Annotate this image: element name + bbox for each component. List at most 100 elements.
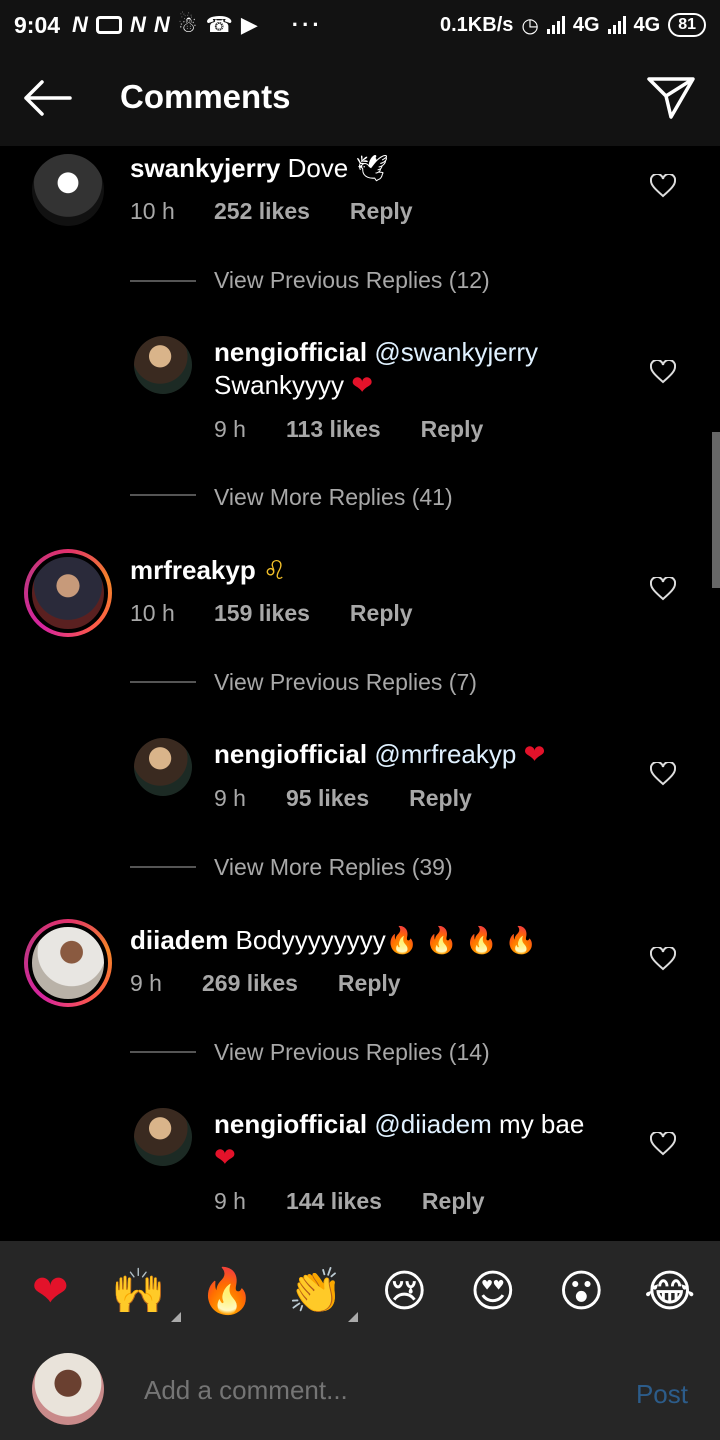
signal-icon bbox=[546, 16, 565, 34]
reply-meta: 9 h 144 likes Reply bbox=[214, 1188, 485, 1215]
page-title: Comments bbox=[120, 78, 291, 115]
comment-time: 10 h bbox=[130, 198, 175, 224]
reply-button[interactable]: Reply bbox=[409, 785, 472, 812]
comment-time: 10 h bbox=[130, 600, 175, 626]
post-button[interactable]: Post bbox=[636, 1379, 688, 1410]
clapping-hands-emoji-button[interactable]: 👏 bbox=[286, 1270, 358, 1322]
comment-input[interactable] bbox=[144, 1375, 584, 1406]
comment-username[interactable]: mrfreakyp bbox=[130, 555, 256, 585]
clapping-hands-emoji: 👏 bbox=[288, 1266, 344, 1317]
reply-likes[interactable]: 95 likes bbox=[286, 785, 369, 812]
avatar-story-ring[interactable] bbox=[24, 549, 112, 637]
reply-meta: 9 h 113 likes Reply bbox=[214, 416, 483, 443]
divider-line bbox=[130, 866, 196, 868]
comment-meta: 10 h 252 likes Reply bbox=[130, 198, 413, 225]
reply-button[interactable]: Reply bbox=[421, 416, 484, 443]
view-more-replies[interactable]: View More Replies (41) bbox=[214, 484, 453, 511]
fire-emojis: 🔥 🔥 🔥 🔥 bbox=[385, 925, 537, 955]
reply-text: nengiofficial @diiadem my bae ❤ bbox=[214, 1108, 614, 1174]
alarm-icon: ◷ bbox=[521, 14, 539, 37]
reply-body: my bae bbox=[499, 1109, 585, 1139]
view-more-replies[interactable]: View More Replies (39) bbox=[214, 854, 453, 881]
add-person-icon: ☃ bbox=[177, 12, 198, 37]
reply-username[interactable]: nengiofficial bbox=[214, 1109, 367, 1139]
app-n-icon: N bbox=[129, 12, 146, 37]
like-heart-icon[interactable] bbox=[650, 762, 676, 786]
comment-text: mrfreakyp ♌ bbox=[130, 554, 286, 587]
view-previous-replies[interactable]: View Previous Replies (7) bbox=[214, 669, 477, 696]
reply-time: 9 h bbox=[214, 416, 246, 442]
reply-time: 9 h bbox=[214, 785, 246, 811]
reply-time: 9 h bbox=[214, 1188, 246, 1214]
divider-line bbox=[130, 1051, 196, 1053]
like-heart-icon[interactable] bbox=[650, 174, 676, 198]
divider-line bbox=[130, 681, 196, 683]
fire-emoji-button[interactable]: 🔥 bbox=[197, 1270, 257, 1314]
crying-face-emoji-button[interactable]: 😢 bbox=[374, 1270, 434, 1314]
top-app-bar: Comments bbox=[0, 50, 720, 146]
more-notifications-icon: ··· bbox=[291, 12, 323, 37]
raising-hands-emoji: 🙌 bbox=[111, 1266, 167, 1317]
net-speed: 0.1KB/s bbox=[440, 13, 514, 36]
comment-likes[interactable]: 269 likes bbox=[202, 970, 298, 997]
reply-button[interactable]: Reply bbox=[422, 1188, 485, 1215]
reply-button[interactable]: Reply bbox=[338, 970, 401, 997]
reply-meta: 9 h 95 likes Reply bbox=[214, 785, 472, 812]
raising-hands-emoji-button[interactable]: 🙌 bbox=[109, 1270, 181, 1322]
emoji-quick-bar: ❤ 🙌 🔥 👏 😢 😍 😮 😂 bbox=[0, 1241, 720, 1343]
avatar-story-ring[interactable] bbox=[24, 919, 112, 1007]
comment-meta: 9 h 269 likes Reply bbox=[130, 970, 401, 997]
comment-text: swankyjerry Dove 🕊 bbox=[130, 152, 389, 185]
back-arrow-icon[interactable] bbox=[22, 78, 72, 118]
like-heart-icon[interactable] bbox=[650, 360, 676, 384]
avatar[interactable] bbox=[134, 336, 192, 394]
reply-likes[interactable]: 144 likes bbox=[286, 1188, 382, 1215]
red-heart-emoji: ❤ bbox=[214, 1142, 236, 1172]
battery-indicator: 81 bbox=[668, 13, 706, 37]
avatar[interactable] bbox=[32, 154, 104, 226]
comment-likes[interactable]: 159 likes bbox=[214, 600, 310, 627]
reply-body: Swankyyyy bbox=[214, 370, 345, 400]
tears-of-joy-emoji-button[interactable]: 😂 bbox=[640, 1270, 700, 1314]
skin-tone-indicator bbox=[347, 1312, 358, 1322]
reply-button[interactable]: Reply bbox=[350, 198, 413, 225]
mention-link[interactable]: @diiadem bbox=[374, 1109, 491, 1139]
red-heart-emoji-button[interactable]: ❤ bbox=[20, 1270, 80, 1314]
send-direct-icon[interactable] bbox=[646, 74, 696, 120]
heart-eyes-emoji-button[interactable]: 😍 bbox=[463, 1270, 523, 1314]
like-heart-icon[interactable] bbox=[650, 947, 676, 971]
view-previous-replies[interactable]: View Previous Replies (12) bbox=[214, 267, 490, 294]
divider-line bbox=[130, 494, 196, 496]
reply-likes[interactable]: 113 likes bbox=[286, 416, 381, 443]
network-type: 4G bbox=[572, 13, 600, 36]
signal-icon bbox=[607, 16, 626, 34]
mention-link[interactable]: @swankyjerry bbox=[374, 337, 538, 367]
reply-username[interactable]: nengiofficial bbox=[214, 739, 367, 769]
avatar[interactable] bbox=[134, 738, 192, 796]
mention-link[interactable]: @mrfreakyp bbox=[374, 739, 516, 769]
comment-text: diiadem Bodyyyyyyyy🔥 🔥 🔥 🔥 bbox=[130, 924, 537, 957]
comment-username[interactable]: diiadem bbox=[130, 925, 228, 955]
reply-button[interactable]: Reply bbox=[350, 600, 413, 627]
network-type: 4G bbox=[633, 13, 661, 36]
scrollbar[interactable] bbox=[712, 432, 720, 588]
reply-text: nengiofficial @mrfreakyp ❤ bbox=[214, 738, 614, 771]
open-mouth-emoji-button[interactable]: 😮 bbox=[551, 1270, 611, 1314]
like-heart-icon[interactable] bbox=[650, 577, 676, 601]
comment-username[interactable]: swankyjerry bbox=[130, 153, 280, 183]
comment-likes[interactable]: 252 likes bbox=[214, 198, 310, 225]
red-heart-emoji: ❤ bbox=[351, 370, 374, 400]
divider-line bbox=[130, 280, 196, 282]
app-n-icon: N bbox=[153, 12, 170, 37]
reply-username[interactable]: nengiofficial bbox=[214, 337, 367, 367]
whatsapp-icon: ☎ bbox=[205, 12, 233, 37]
leo-emoji: ♌ bbox=[262, 555, 287, 585]
comment-body: Dove 🕊 bbox=[287, 153, 389, 183]
skin-tone-indicator bbox=[170, 1312, 181, 1322]
comment-meta: 10 h 159 likes Reply bbox=[130, 600, 413, 627]
comments-list[interactable]: swankyjerry Dove 🕊 10 h 252 likes Reply … bbox=[0, 146, 720, 1241]
comment-body: Bodyyyyyyyy bbox=[235, 925, 386, 955]
avatar[interactable] bbox=[134, 1108, 192, 1166]
view-previous-replies[interactable]: View Previous Replies (14) bbox=[214, 1039, 490, 1066]
like-heart-icon[interactable] bbox=[650, 1132, 676, 1156]
